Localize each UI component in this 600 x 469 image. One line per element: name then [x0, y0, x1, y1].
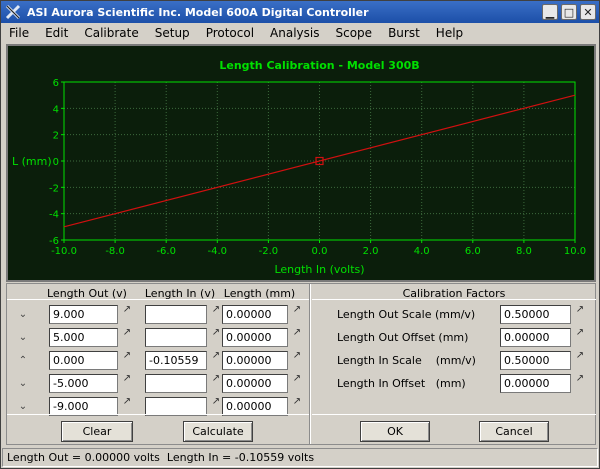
close-icon[interactable]: ✕	[580, 4, 596, 20]
row-3-length-mm-input[interactable]: 0.00000	[222, 374, 288, 393]
x-tick-label: 0.0	[312, 246, 328, 257]
app-window: ASI Aurora Scientific Inc. Model 600A Di…	[0, 0, 600, 469]
buttons-separator-left	[7, 414, 309, 415]
row-2-length-in-spinner-icon[interactable]: ↗	[210, 351, 222, 370]
cancel-button[interactable]: Cancel	[479, 421, 549, 442]
x-tick-label: -10.0	[51, 246, 77, 257]
factor-2-input[interactable]: 0.50000	[500, 351, 571, 370]
row-1-length-in-input[interactable]	[145, 328, 207, 347]
title-bar[interactable]: ASI Aurora Scientific Inc. Model 600A Di…	[1, 1, 599, 23]
y-tick-label: -2	[49, 183, 59, 194]
y-tick-label: -6	[49, 236, 59, 247]
row-2-length-in-input[interactable]: -0.10559	[145, 351, 207, 370]
y-tick-label: 4	[53, 104, 59, 115]
maximize-icon[interactable]: □	[561, 4, 577, 20]
y-tick-label: 6	[53, 78, 59, 89]
panel-divider	[309, 284, 311, 444]
menu-bar: File Edit Calibrate Setup Protocol Analy…	[1, 23, 599, 43]
row-3-length-mm-spinner-icon[interactable]: ↗	[291, 374, 303, 393]
menu-help[interactable]: Help	[428, 26, 471, 40]
factor-2-spinner-icon[interactable]: ↗	[574, 351, 586, 370]
x-tick-label: -6.0	[156, 246, 176, 257]
row-3-length-in-spinner-icon[interactable]: ↗	[210, 374, 222, 393]
row-0-length-out-spinner-icon[interactable]: ↗	[121, 305, 133, 324]
series-line-0	[63, 94, 576, 228]
row-0-length-mm-spinner-icon[interactable]: ↗	[291, 305, 303, 324]
row-2-length-out-input[interactable]: 0.000	[49, 351, 118, 370]
row-0-step-icon[interactable]: ⌄	[16, 309, 30, 321]
y-tick-label: -4	[49, 210, 59, 221]
x-tick-label: 8.0	[516, 246, 532, 257]
calibration-chart: -10.0 -8.0 -6.0 -4.0 -2.0 0.0 2.0 4.0 6.0 8.0 10.0…	[6, 44, 596, 282]
x-tick-label: -2.0	[259, 246, 279, 257]
x-logo-icon	[5, 4, 21, 20]
factor-1-spinner-icon[interactable]: ↗	[574, 328, 586, 347]
row-4-step-icon[interactable]: ⌄	[16, 401, 30, 413]
row-3-step-icon[interactable]: ⌄	[16, 378, 30, 390]
chart-canvas: -10.0 -8.0 -6.0 -4.0 -2.0 0.0 2.0 4.0 6.0 8.0 10.0…	[12, 59, 586, 276]
menu-protocol[interactable]: Protocol	[198, 26, 262, 40]
row-2-length-mm-input[interactable]: 0.00000	[222, 351, 288, 370]
ok-button[interactable]: OK	[360, 421, 430, 442]
row-2-length-out-spinner-icon[interactable]: ↗	[121, 351, 133, 370]
row-1-length-mm-input[interactable]: 0.00000	[222, 328, 288, 347]
row-3-length-out-spinner-icon[interactable]: ↗	[121, 374, 133, 393]
menu-edit[interactable]: Edit	[37, 26, 76, 40]
row-0-length-in-spinner-icon[interactable]: ↗	[210, 305, 222, 324]
row-1-length-mm-spinner-icon[interactable]: ↗	[291, 328, 303, 347]
row-1-length-out-input[interactable]: 5.000	[49, 328, 118, 347]
menu-file[interactable]: File	[1, 26, 37, 40]
factor-1-label: Length Out Offset (mm)	[337, 331, 469, 344]
factor-1-input[interactable]: 0.00000	[500, 328, 571, 347]
menu-analysis[interactable]: Analysis	[262, 26, 327, 40]
menu-scope[interactable]: Scope	[328, 26, 381, 40]
x-tick-label: -8.0	[105, 246, 125, 257]
clear-button[interactable]: Clear	[61, 421, 133, 442]
factor-2-label: Length In Scale (mm/v)	[337, 354, 476, 367]
header-separator	[7, 299, 309, 300]
factor-0-input[interactable]: 0.50000	[500, 305, 571, 324]
row-0-length-in-input[interactable]	[145, 305, 207, 324]
menu-burst[interactable]: Burst	[380, 26, 428, 40]
row-0-length-mm-input[interactable]: 0.00000	[222, 305, 288, 324]
row-1-length-out-spinner-icon[interactable]: ↗	[121, 328, 133, 347]
y-axis-label: L (mm)	[12, 155, 52, 168]
x-tick-label: 2.0	[363, 246, 379, 257]
menu-calibrate[interactable]: Calibrate	[76, 26, 146, 40]
row-2-length-mm-spinner-icon[interactable]: ↗	[291, 351, 303, 370]
row-3-length-out-input[interactable]: -5.000	[49, 374, 118, 393]
y-tick-label: 2	[53, 131, 59, 142]
x-tick-label: 10.0	[564, 246, 586, 257]
y-tick-label: 0	[53, 157, 59, 168]
chart-title: Length Calibration - Model 300B	[219, 59, 419, 72]
factor-0-label: Length Out Scale (mm/v)	[337, 308, 476, 321]
window-title: ASI Aurora Scientific Inc. Model 600A Di…	[27, 5, 369, 19]
minimize-icon[interactable]: ▁	[542, 4, 558, 20]
buttons-separator-right	[312, 414, 596, 415]
status-bar: Length Out = 0.00000 volts Length In = -…	[2, 448, 598, 467]
factor-3-spinner-icon[interactable]: ↗	[574, 374, 586, 393]
factors-separator	[312, 299, 596, 300]
calibration-panel: Length Out (v) Length In (v) Length (mm)…	[6, 283, 596, 445]
row-3-length-in-input[interactable]	[145, 374, 207, 393]
menu-setup[interactable]: Setup	[147, 26, 198, 40]
row-1-length-in-spinner-icon[interactable]: ↗	[210, 328, 222, 347]
x-tick-label: 4.0	[414, 246, 430, 257]
factor-3-input[interactable]: 0.00000	[500, 374, 571, 393]
factor-3-label: Length In Offset (mm)	[337, 377, 466, 390]
x-axis-label: Length In (volts)	[274, 263, 364, 276]
calculate-button[interactable]: Calculate	[183, 421, 253, 442]
row-2-step-icon[interactable]: ⌃	[16, 355, 30, 367]
row-0-length-out-input[interactable]: 9.000	[49, 305, 118, 324]
x-tick-label: 6.0	[465, 246, 481, 257]
factor-0-spinner-icon[interactable]: ↗	[574, 305, 586, 324]
row-1-step-icon[interactable]: ⌄	[16, 332, 30, 344]
x-tick-label: -4.0	[208, 246, 228, 257]
